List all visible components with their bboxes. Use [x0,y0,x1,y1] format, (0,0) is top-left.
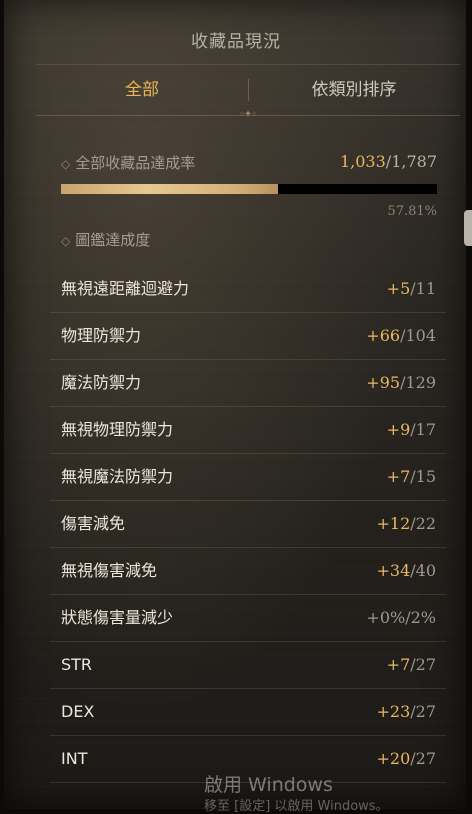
stat-value: +0%/2% [366,595,436,641]
stat-max: /11 [410,279,436,298]
stat-row[interactable]: 魔法防禦力 +95/129 [50,360,446,407]
stat-current: +0% [366,608,406,627]
stat-current: +9 [386,420,411,439]
stat-name: 物理防禦力 [61,326,142,345]
stat-name: 傷害減免 [61,514,126,533]
scrollbar-handle[interactable] [464,210,472,246]
windows-activation-title: 啟用 Windows [204,774,333,796]
codex-label-text: 圖鑑達成度 [75,231,151,249]
stat-max: /15 [410,467,436,486]
stat-max: /2% [405,608,436,627]
stat-value: +9/17 [387,407,436,453]
stat-current: +66 [366,326,401,345]
stat-value: +12/22 [376,501,436,547]
page-title: 收藏品現況 [191,32,281,52]
stat-row[interactable]: 物理防禦力 +66/104 [50,313,446,360]
stat-name: 狀態傷害量減少 [61,608,174,627]
stat-row[interactable]: 無視傷害減免 +34/40 [50,548,446,595]
tab-bar: 全部 依類別排序 ◦✦◦ [36,64,460,120]
stat-max: /129 [400,373,436,392]
stat-current: +23 [376,702,411,721]
stat-value: +7/27 [387,642,436,688]
stat-max: /104 [400,326,436,345]
stat-value: +5/11 [387,266,436,312]
diamond-icon: ◇ [61,157,71,171]
stat-current: +5 [386,279,411,298]
tab-ornament-icon: ◦✦◦ [239,109,257,120]
stat-name: INT [61,749,88,768]
stat-row[interactable]: 無視魔法防禦力 +7/15 [50,454,446,501]
tab-sort-by-category[interactable]: 依類別排序 [248,65,460,115]
total-collection-label-text: 全部收藏品達成率 [75,154,196,172]
stat-max: /22 [410,514,436,533]
total-progress-bar [61,184,437,194]
stat-row[interactable]: 無視物理防禦力 +9/17 [50,407,446,454]
stat-name: 無視魔法防禦力 [61,467,174,486]
stat-row[interactable]: STR +7/27 [50,642,446,689]
stat-row[interactable]: DEX +23/27 [50,689,446,736]
stat-name: 無視傷害減免 [61,561,158,580]
stat-row[interactable]: 傷害減免 +12/22 [50,501,446,548]
stat-name: 無視遠距離迴避力 [61,279,190,298]
stat-max: /27 [410,702,436,721]
total-collection-value: 1,033/1,787 [340,152,437,171]
total-percent: 57.81% [387,204,437,219]
diamond-icon: ◇ [61,234,71,248]
stat-list: 無視遠距離迴避力 +5/11 物理防禦力 +66/104 魔法防禦力 +95/129 … [50,266,446,783]
stat-value: +34/40 [376,548,436,594]
stat-row[interactable]: 無視遠距離迴避力 +5/11 [50,266,446,313]
stat-current: +7 [386,655,411,674]
codex-label: ◇ 圖鑑達成度 [61,229,150,250]
stat-current: +12 [376,514,411,533]
stat-name: STR [61,655,93,674]
stat-max: /27 [410,749,436,768]
windows-activation-hint: 移至 [設定] 以啟用 Windows。 [204,799,389,814]
stat-current: +20 [376,749,411,768]
total-progress-fill [61,184,279,194]
total-current: 1,033 [339,152,386,171]
stat-value: +7/15 [387,454,436,500]
stat-value: +23/27 [376,689,436,735]
stat-max: /17 [410,420,436,439]
stat-name: DEX [61,702,95,721]
stat-value: +66/104 [366,313,436,359]
stat-current: +95 [366,373,401,392]
stat-max: /40 [410,561,436,580]
stat-current: +34 [376,561,411,580]
total-collection-label: ◇ 全部收藏品達成率 [61,152,195,173]
total-max: /1,787 [385,152,437,171]
stat-name: 魔法防禦力 [61,373,142,392]
stat-row[interactable]: 狀態傷害量減少 +0%/2% [50,595,446,642]
stat-name: 無視物理防禦力 [61,420,174,439]
stat-value: +95/129 [366,360,436,406]
stat-value: +20/27 [376,736,436,782]
stat-current: +7 [386,467,411,486]
stat-max: /27 [410,655,436,674]
tab-all[interactable]: 全部 [36,65,248,115]
